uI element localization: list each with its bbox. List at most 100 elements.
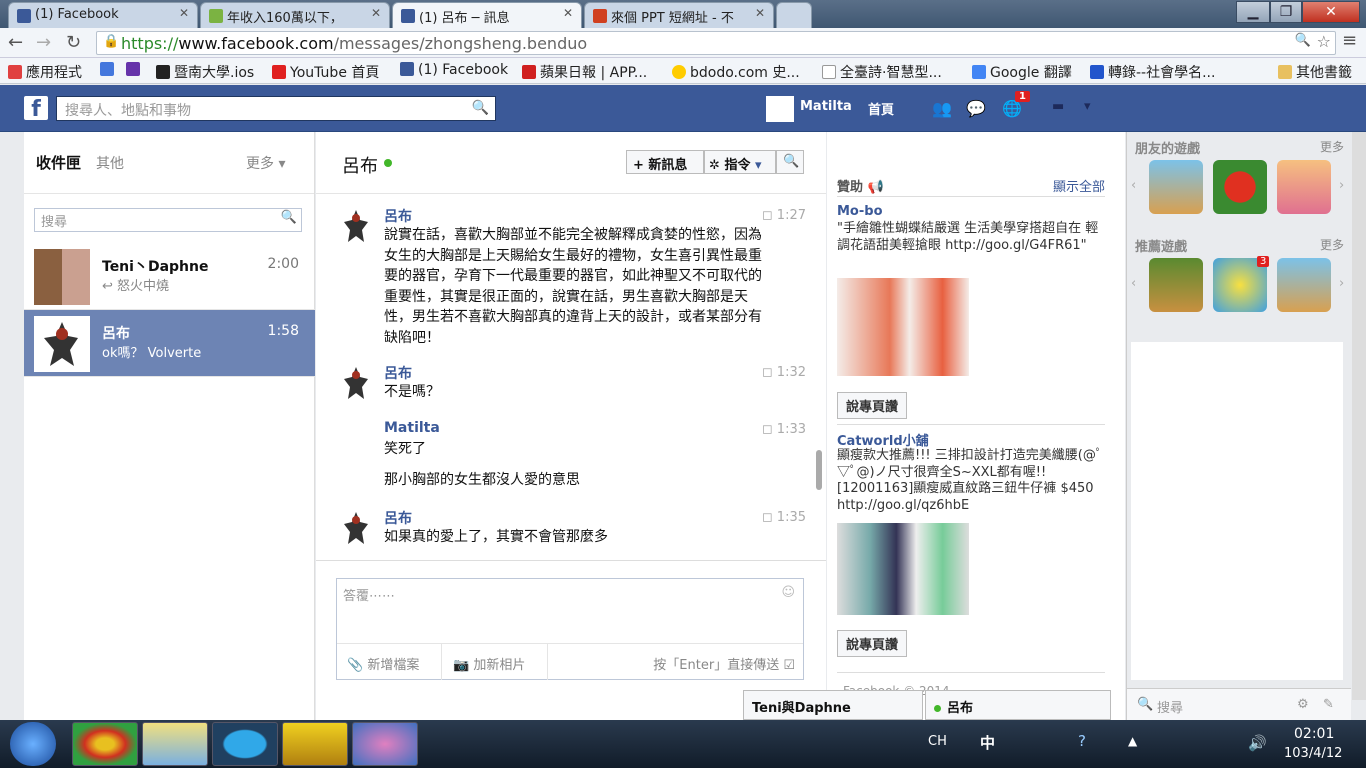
chevron-right-icon[interactable]: › bbox=[1339, 178, 1344, 193]
star-icon[interactable]: ☆ bbox=[1317, 32, 1331, 51]
bookmark-ncnu[interactable]: 暨南大學.ios bbox=[156, 62, 254, 82]
ad-image[interactable] bbox=[837, 278, 969, 376]
message-sender[interactable]: 呂布 bbox=[384, 206, 412, 226]
chevron-up-icon[interactable]: ▲ bbox=[1128, 734, 1137, 748]
close-icon[interactable]: ✕ bbox=[371, 6, 381, 20]
bookmark-google[interactable] bbox=[100, 62, 118, 78]
zoom-icon[interactable]: 🔍 bbox=[1295, 33, 1311, 48]
tab-ppt[interactable]: 來個 PPT 短網址 - 不 ✕ bbox=[584, 2, 774, 28]
tab-facebook[interactable]: (1) Facebook ✕ bbox=[8, 2, 198, 28]
like-page-button[interactable]: 說專頁讚 bbox=[837, 392, 908, 419]
facebook-logo[interactable]: f bbox=[24, 96, 48, 122]
new-tab-button[interactable] bbox=[776, 2, 812, 28]
volume-icon[interactable]: 🔊 bbox=[1248, 734, 1267, 752]
chevron-right-icon[interactable]: › bbox=[1339, 276, 1344, 291]
message-sender[interactable]: 呂布 bbox=[384, 363, 412, 383]
back-icon[interactable]: ← bbox=[8, 32, 23, 53]
tab-income[interactable]: 年收入160萬以下， ✕ bbox=[200, 2, 390, 28]
gear-icon[interactable]: ⚙ bbox=[1297, 697, 1309, 712]
chat-search-bar[interactable]: 🔍 搜尋 ⚙ ✎ bbox=[1127, 688, 1351, 720]
ad-title[interactable]: Mo-bo bbox=[837, 204, 883, 219]
search-icon[interactable]: 🔍 bbox=[281, 210, 297, 225]
start-button[interactable] bbox=[10, 722, 56, 766]
friends-icon[interactable]: 👥 bbox=[932, 99, 952, 118]
bookmark-poetry[interactable]: 全臺詩·智慧型... bbox=[822, 62, 942, 82]
close-window-button[interactable]: ✕ bbox=[1302, 1, 1360, 23]
avatar[interactable] bbox=[766, 96, 794, 122]
compose-icon[interactable]: ✎ bbox=[1323, 697, 1334, 712]
message-sender[interactable]: 呂布 bbox=[384, 508, 412, 528]
home-link[interactable]: 首頁 bbox=[868, 99, 894, 118]
conversation-search-input[interactable]: 搜尋 🔍 bbox=[34, 208, 302, 232]
search-input[interactable]: 搜尋人、地點和事物 🔍 bbox=[56, 96, 496, 121]
message-sender[interactable]: Matilta bbox=[384, 420, 440, 436]
paint-taskbar-icon[interactable] bbox=[352, 722, 418, 766]
show-all-link[interactable]: 顯示全部 bbox=[1053, 176, 1105, 195]
more-dropdown[interactable]: 更多 ▾ bbox=[246, 153, 285, 173]
bookmark-sociology[interactable]: 轉錄--社會學名... bbox=[1090, 62, 1215, 82]
scrollbar[interactable] bbox=[1352, 132, 1366, 700]
profile-link[interactable]: Matilta bbox=[800, 99, 852, 114]
chat-tab-lubu[interactable]: 呂布 bbox=[925, 690, 1111, 720]
more-link[interactable]: 更多 bbox=[1320, 138, 1344, 155]
bookmark-translate[interactable]: Google 翻譯 bbox=[972, 62, 1072, 82]
clock-date[interactable]: 103/4/12 bbox=[1284, 746, 1342, 761]
chevron-left-icon[interactable]: ‹ bbox=[1131, 276, 1136, 291]
game-icon[interactable] bbox=[1277, 160, 1331, 214]
game-icon[interactable] bbox=[1213, 160, 1267, 214]
app-taskbar-icon[interactable] bbox=[282, 722, 348, 766]
help-icon[interactable]: ? bbox=[1078, 732, 1086, 750]
game-icon[interactable] bbox=[1149, 160, 1203, 214]
add-photo-button[interactable]: 📷 加新相片 bbox=[453, 654, 525, 673]
menu-icon[interactable]: ≡ bbox=[1342, 30, 1357, 51]
skype-taskbar-icon[interactable] bbox=[212, 722, 278, 766]
bookmark-yahoo[interactable] bbox=[126, 62, 144, 78]
actions-button[interactable]: ✲ 指令 ▾ bbox=[704, 150, 776, 174]
bookmark-youtube[interactable]: YouTube 首頁 bbox=[272, 62, 379, 82]
like-page-button[interactable]: 說專頁讚 bbox=[837, 630, 908, 657]
ad-title[interactable]: Catworld小舖 bbox=[837, 430, 929, 449]
tab-messages[interactable]: (1) 呂布 ─ 訊息 ✕ bbox=[392, 2, 582, 28]
chat-search-input[interactable]: 搜尋 bbox=[1157, 697, 1183, 716]
close-icon[interactable]: ✕ bbox=[755, 6, 765, 20]
privacy-icon[interactable]: ▬ bbox=[1052, 99, 1064, 114]
close-icon[interactable]: ✕ bbox=[179, 6, 189, 20]
sticky-notes-taskbar-icon[interactable] bbox=[142, 722, 208, 766]
conversation-item-selected[interactable]: 呂布 1:58 ok嗎？ Volverte bbox=[24, 310, 315, 377]
clock-time[interactable]: 02:01 bbox=[1294, 726, 1334, 742]
other-bookmarks[interactable]: 其他書籤 bbox=[1278, 62, 1352, 82]
reply-box[interactable]: 答覆⋯⋯ ☺ 📎 新增檔案 📷 加新相片 按「Enter」直接傳送 ☑ bbox=[336, 578, 804, 680]
ad-image[interactable] bbox=[837, 523, 969, 615]
add-file-button[interactable]: 📎 新增檔案 bbox=[347, 654, 419, 673]
close-icon[interactable]: ✕ bbox=[563, 6, 573, 20]
chat-tab-group[interactable]: Teni與Daphne bbox=[743, 690, 923, 720]
more-link[interactable]: 更多 bbox=[1320, 236, 1344, 253]
enter-to-send-toggle[interactable]: 按「Enter」直接傳送 ☑ bbox=[653, 654, 795, 673]
game-icon[interactable] bbox=[1277, 258, 1331, 312]
reload-icon[interactable]: ↻ bbox=[66, 32, 81, 53]
search-thread-button[interactable]: 🔍 bbox=[776, 150, 804, 174]
game-icon[interactable] bbox=[1149, 258, 1203, 312]
new-message-button[interactable]: + 新訊息 bbox=[626, 150, 704, 174]
forward-icon[interactable]: → bbox=[36, 32, 51, 53]
minimize-button[interactable]: ▁ bbox=[1236, 1, 1270, 23]
search-icon[interactable]: 🔍 bbox=[472, 100, 489, 116]
tab-other[interactable]: 其他 bbox=[96, 153, 124, 173]
scrollbar[interactable] bbox=[816, 450, 822, 490]
messages-icon[interactable]: 💬 bbox=[966, 99, 986, 118]
bookmark-appledaily[interactable]: 蘋果日報 | APP... bbox=[522, 62, 647, 82]
input-language[interactable]: CH bbox=[928, 734, 947, 749]
chevron-left-icon[interactable]: ‹ bbox=[1131, 178, 1136, 193]
chevron-down-icon[interactable]: ▾ bbox=[1084, 99, 1091, 114]
ime-mode[interactable]: 中 bbox=[980, 732, 995, 753]
conversation-item[interactable]: Teni丶Daphne 2:00 ↩ 怒火中燒 bbox=[24, 243, 315, 310]
maximize-button[interactable]: ❐ bbox=[1270, 1, 1302, 23]
bookmark-bdodo[interactable]: bdodo.com 史... bbox=[672, 62, 800, 82]
tab-inbox[interactable]: 收件匣 bbox=[36, 152, 81, 173]
emoticon-icon[interactable]: ☺ bbox=[781, 585, 795, 600]
reply-input[interactable]: 答覆⋯⋯ bbox=[343, 585, 395, 604]
bookmark-facebook[interactable]: (1) Facebook bbox=[400, 62, 508, 78]
chrome-taskbar-icon[interactable] bbox=[72, 722, 138, 766]
bookmark-apps[interactable]: 應用程式 bbox=[8, 62, 82, 82]
address-bar[interactable]: 🔒 https://www.facebook.com/messages/zhon… bbox=[96, 31, 1336, 55]
